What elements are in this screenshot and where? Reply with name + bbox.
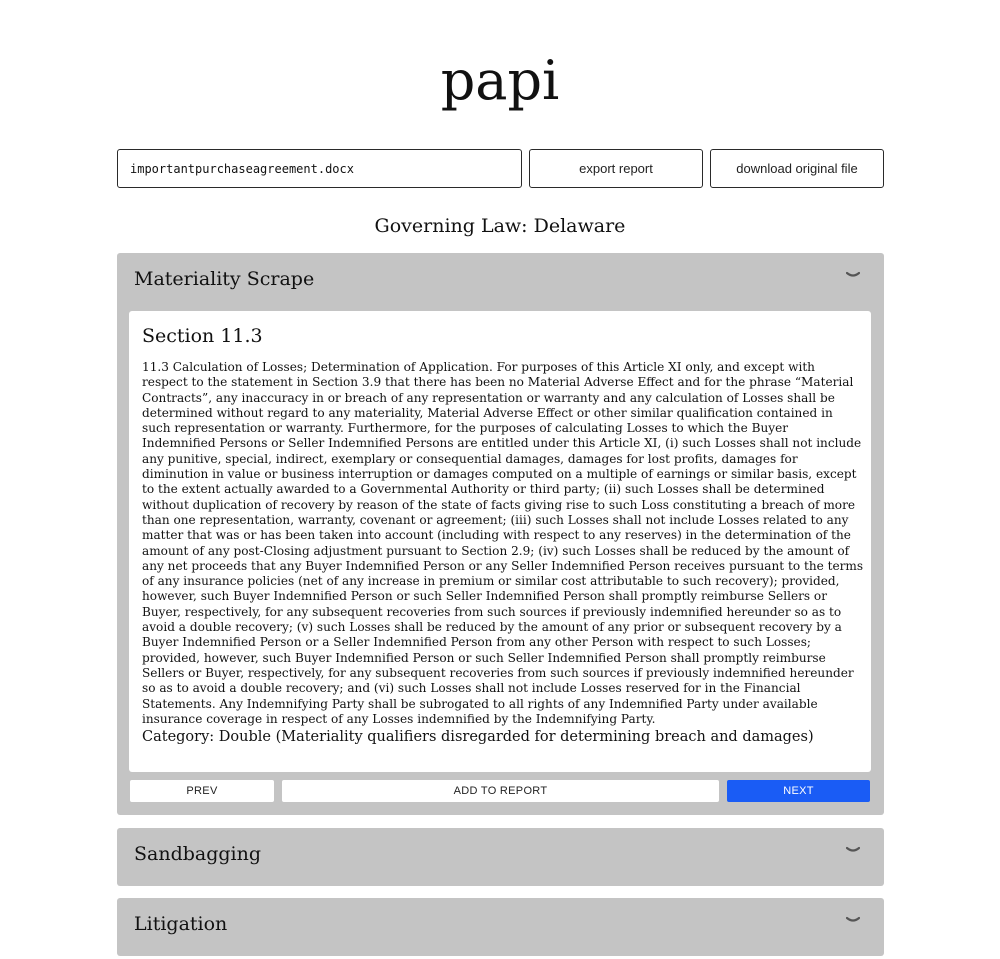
chevron-down-icon[interactable] <box>846 269 860 281</box>
section-litigation: Litigation <box>117 898 884 956</box>
clause-heading: Section 11.3 <box>142 325 263 347</box>
section-sandbagging: Sandbagging <box>117 828 884 886</box>
chevron-down-icon[interactable] <box>846 844 860 856</box>
export-report-button[interactable]: export report <box>529 149 703 188</box>
section-title: Sandbagging <box>134 843 262 865</box>
clause-text: 11.3 Calculation of Losses; Determinatio… <box>142 360 864 726</box>
section-title: Materiality Scrape <box>134 268 315 290</box>
file-name-input[interactable] <box>117 149 522 188</box>
add-to-report-button[interactable]: ADD TO REPORT <box>282 780 719 802</box>
section-header-materiality-scrape[interactable]: Materiality Scrape <box>117 253 884 311</box>
next-button[interactable]: NEXT <box>727 780 870 802</box>
section-materiality-scrape: Materiality Scrape Section 11.3 11.3 Cal… <box>117 253 884 815</box>
section-header-litigation[interactable]: Litigation <box>117 898 884 956</box>
section-header-sandbagging[interactable]: Sandbagging <box>117 828 884 886</box>
download-original-button[interactable]: download original file <box>710 149 884 188</box>
governing-law-heading: Governing Law: Delaware <box>374 215 626 237</box>
prev-button[interactable]: PREV <box>130 780 274 802</box>
section-title: Litigation <box>134 913 228 935</box>
chevron-down-icon[interactable] <box>846 914 860 926</box>
app-title: papi <box>440 49 560 112</box>
clause-card: Section 11.3 11.3 Calculation of Losses;… <box>129 311 871 772</box>
clause-category: Category: Double (Materiality qualifiers… <box>142 729 814 745</box>
